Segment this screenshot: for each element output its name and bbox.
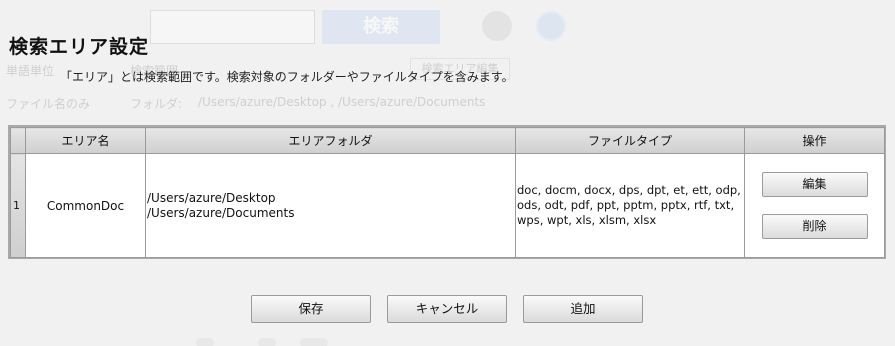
area-folder-cell: /Users/azure/Desktop /Users/azure/Docume… <box>145 153 516 258</box>
bg-folder-label: フォルダ: <box>130 97 183 111</box>
bg-dot <box>300 338 328 346</box>
bg-globe-icon <box>536 11 566 41</box>
dialog-description: 「エリア」とは検索範囲です。検索対象のフォルダーやファイルタイプを含みます。 <box>60 70 514 84</box>
bg-folder-value: /Users/azure/Desktop , /Users/azure/Docu… <box>198 95 486 109</box>
delete-button[interactable]: 削除 <box>761 214 868 239</box>
bg-option-label: 単語単位 <box>6 64 55 78</box>
file-types-cell: doc, docm, docx, dps, dpt, et, ett, odp,… <box>515 153 745 258</box>
edit-button[interactable]: 編集 <box>761 172 868 197</box>
header-area-name[interactable]: エリア名 <box>25 127 146 154</box>
dialog-title: 検索エリア設定 <box>9 36 150 58</box>
add-button[interactable]: 追加 <box>523 295 643 323</box>
row-index: 1 <box>10 153 26 258</box>
bg-search-input <box>150 10 315 44</box>
area-name-cell: CommonDoc <box>25 153 146 258</box>
save-button[interactable]: 保存 <box>251 295 371 323</box>
folder-path: /Users/azure/Documents <box>147 205 295 220</box>
table-row[interactable]: 1 CommonDoc /Users/azure/Desktop /Users/… <box>10 153 885 258</box>
header-area-folder[interactable]: エリアフォルダ <box>145 127 516 154</box>
bg-circle-icon <box>482 11 512 41</box>
header-file-type[interactable]: ファイルタイプ <box>515 127 745 154</box>
folder-path: /Users/azure/Desktop <box>147 190 276 205</box>
bg-dot <box>196 338 214 346</box>
bg-dot <box>258 338 276 346</box>
area-table: エリア名 エリアフォルダ ファイルタイプ 操作 1 CommonDoc /Use… <box>8 125 886 259</box>
operation-cell: 編集 削除 <box>744 153 885 258</box>
header-operation: 操作 <box>744 127 885 154</box>
table-header-row: エリア名 エリアフォルダ ファイルタイプ 操作 <box>10 127 885 154</box>
bg-filename-label: ファイル名のみ <box>6 97 91 111</box>
cancel-button[interactable]: キャンセル <box>387 295 507 323</box>
header-index <box>10 127 26 154</box>
bg-search-button: 検索 <box>322 10 440 44</box>
